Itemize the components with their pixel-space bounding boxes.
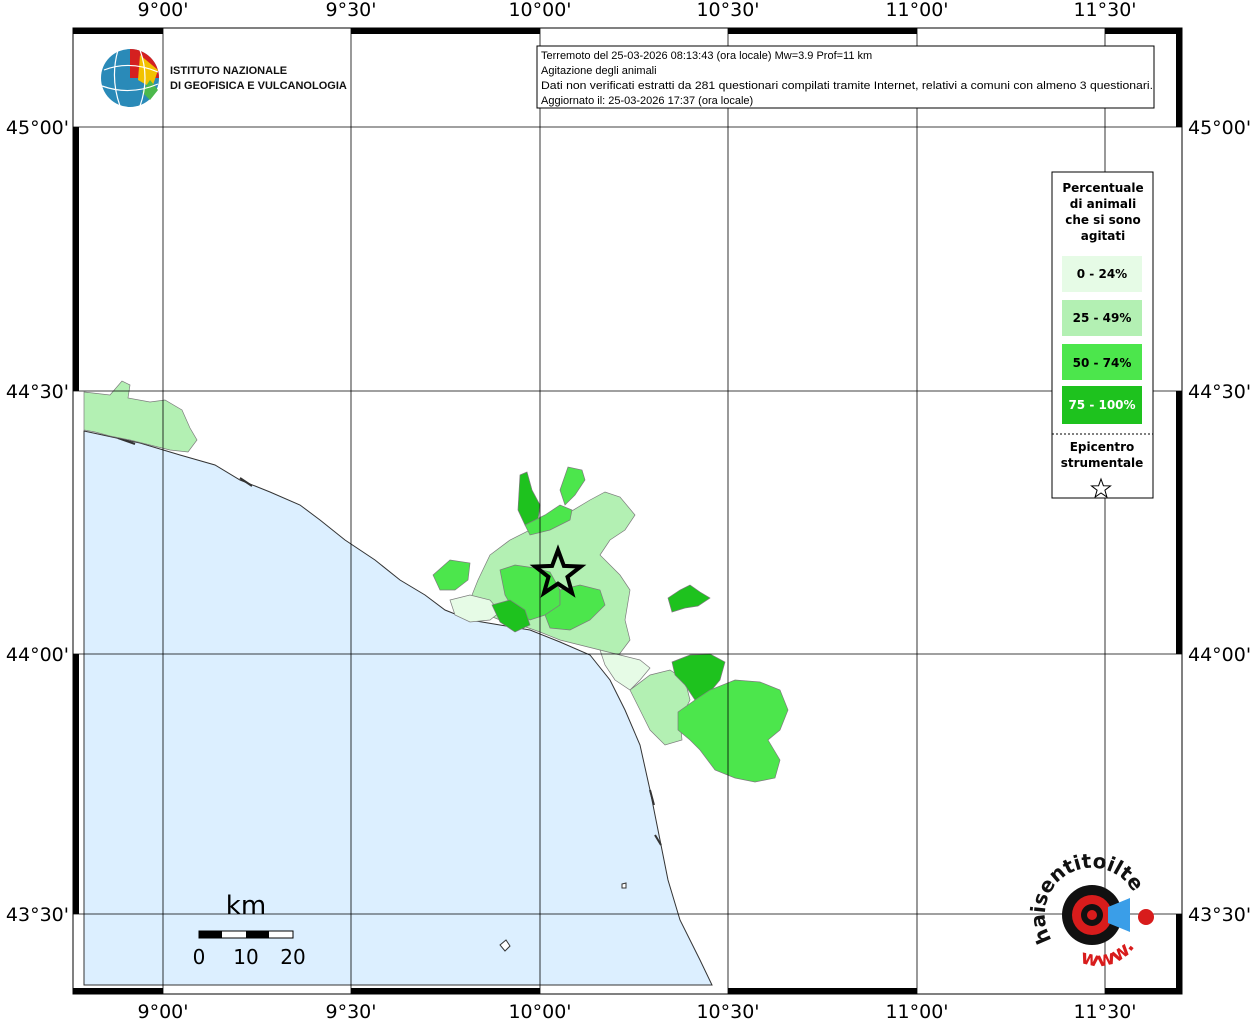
legend-label-50-74: 50 - 74% xyxy=(1073,356,1132,370)
ingv-logo-line1: ISTITUTO NAZIONALE xyxy=(170,65,287,77)
scale-bar-label: 20 xyxy=(280,945,305,969)
lon-tick-label-top: 9°00' xyxy=(138,0,189,21)
legend-title-line: di animali xyxy=(1070,197,1136,211)
ingv-logo-line2: DI GEOFISICA E VULCANOLOGIA xyxy=(170,80,347,92)
info-box: Terremoto del 25-03-2026 08:13:43 (ora l… xyxy=(536,45,1155,109)
legend-label-25-49: 25 - 49% xyxy=(1073,311,1132,325)
lon-tick-label-bottom: 9°00' xyxy=(138,1001,189,1023)
lon-tick-label-top: 11°30' xyxy=(1073,0,1136,21)
lat-tick-label-right: 45°00' xyxy=(1188,117,1251,139)
lon-tick-label-top: 9°30' xyxy=(326,0,377,21)
info-line-event: Terremoto del 25-03-2026 08:13:43 (ora l… xyxy=(541,50,872,62)
lon-tick-label-top: 10°30' xyxy=(696,0,759,21)
legend-title-line: Percentuale xyxy=(1062,181,1143,195)
lat-tick-label-right: 44°30' xyxy=(1188,381,1251,403)
legend-title-line: che si sono xyxy=(1065,213,1141,227)
lon-tick-label-top: 10°00' xyxy=(508,0,571,21)
scale-bar-label: 0 xyxy=(193,945,206,969)
lat-tick-label-right: 44°00' xyxy=(1188,644,1251,666)
legend-epicenter-line: strumentale xyxy=(1061,456,1144,470)
lat-tick-label-left: 45°00' xyxy=(6,117,69,139)
lon-tick-label-bottom: 11°00' xyxy=(885,1001,948,1023)
lon-tick-label-bottom: 10°00' xyxy=(508,1001,571,1023)
scale-bar-label: 10 xyxy=(233,945,258,969)
scale-bar-title: km xyxy=(226,891,266,921)
info-line-updated: Aggiornato il: 25-03-2026 17:37 (ora loc… xyxy=(541,95,753,107)
island xyxy=(621,882,627,889)
lat-tick-label-left: 43°30' xyxy=(6,904,69,926)
globe-icon xyxy=(101,49,159,107)
legend-epicenter-line: Epicentro xyxy=(1070,440,1135,454)
lat-tick-label-right: 43°30' xyxy=(1188,904,1251,926)
legend-label-0-24: 0 - 24% xyxy=(1077,267,1127,281)
lon-tick-label-bottom: 10°30' xyxy=(696,1001,759,1023)
lon-tick-label-bottom: 9°30' xyxy=(326,1001,377,1023)
lat-tick-label-left: 44°30' xyxy=(6,381,69,403)
lon-tick-label-top: 11°00' xyxy=(885,0,948,21)
lon-tick-label-bottom: 11°30' xyxy=(1073,1001,1136,1023)
intensity-map: 9°00' 9°30' 10°00' 10°30' 11°00' 11°30' … xyxy=(0,0,1251,1023)
legend: Percentuale di animali che si sono agita… xyxy=(1051,171,1154,499)
info-line-subtitle: Agitazione degli animali xyxy=(541,65,657,77)
lat-tick-label-left: 44°00' xyxy=(6,644,69,666)
legend-label-75-100: 75 - 100% xyxy=(1068,398,1135,412)
question-icon xyxy=(1138,909,1154,925)
info-line-data-note: Dati non verificati estratti da 281 ques… xyxy=(541,80,1153,92)
legend-title-line: agitati xyxy=(1081,229,1125,243)
